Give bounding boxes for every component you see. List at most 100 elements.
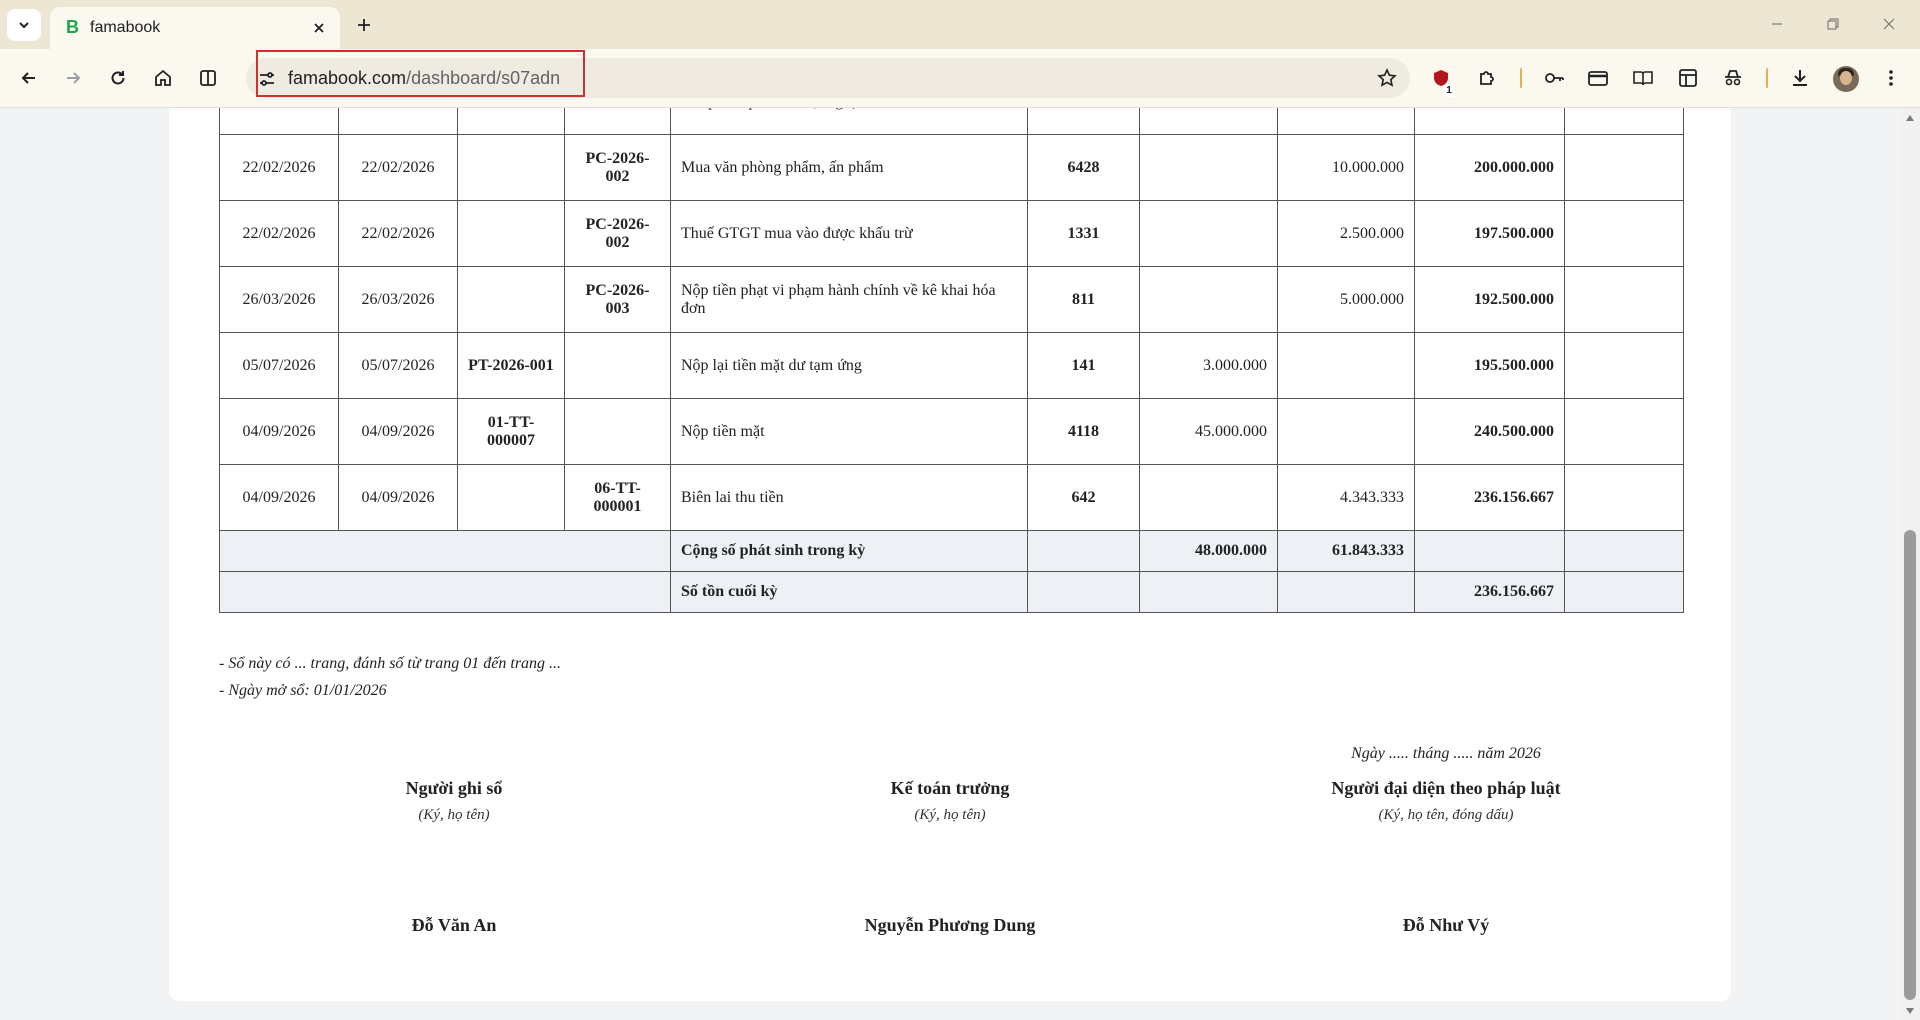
new-tab-button[interactable] (350, 11, 378, 39)
total-balance-cell (1414, 530, 1565, 572)
credit-cell: 10.000.000 (1277, 134, 1415, 201)
account-cell: 1331 (1027, 200, 1140, 267)
balance-cell: 210.000.000 (1414, 108, 1565, 135)
forward-button[interactable] (56, 61, 90, 95)
browser-menu-button[interactable] (1874, 61, 1908, 95)
account-cell: 141 (1027, 332, 1140, 399)
balance-cell: 197.500.000 (1414, 200, 1565, 267)
chief-accountant-subtitle: (Ký, họ tên) (914, 807, 986, 823)
restore-icon (1827, 18, 1839, 30)
reload-icon (111, 71, 125, 85)
receipt-no-cell (457, 266, 565, 333)
note-cell (1564, 464, 1684, 531)
payment-no-cell: PC-2026-002 (564, 134, 671, 201)
voucher-date-cell: 22/02/2026 (338, 134, 458, 201)
close-tab-button[interactable] (308, 17, 330, 39)
debit-cell: 45.000.000 (1139, 398, 1278, 465)
ending-balance-row: Số tồn cuối kỳ 236.156.667 (219, 571, 1684, 613)
triangle-down-icon (1906, 1008, 1914, 1014)
total-row: Cộng số phát sinh trong kỳ 48.000.000 61… (219, 530, 1684, 572)
tab-search-button[interactable] (7, 9, 41, 41)
minimize-button[interactable] (1755, 10, 1799, 38)
description-cell: Nộp lại tiền mặt dư tạm ứng (670, 332, 1028, 399)
account-cell: 4118 (1027, 398, 1140, 465)
balance-cell: 236.156.667 (1414, 464, 1565, 531)
voucher-date-cell: 26/03/2026 (338, 266, 458, 333)
ending-credit-cell (1277, 571, 1415, 613)
close-window-button[interactable] (1867, 10, 1911, 38)
close-icon (314, 23, 324, 33)
reload-button[interactable] (101, 61, 135, 95)
profile-avatar[interactable] (1833, 66, 1859, 92)
extensions-button[interactable] (1470, 61, 1504, 95)
tab-famabook[interactable]: B famabook (50, 7, 340, 49)
recorder-subtitle: (Ký, họ tên) (418, 807, 490, 823)
posting-date-cell: 26/03/2026 (219, 266, 339, 333)
credit-cell (1277, 398, 1415, 465)
restore-button[interactable] (1811, 10, 1855, 38)
note-cell (1564, 134, 1684, 201)
credit-cell: 4.343.333 (1277, 464, 1415, 531)
page-viewport: 22/02/2026 22/02/2026 002 Chi phí tiếp k… (0, 108, 1900, 1020)
posting-date-cell: 22/02/2026 (219, 200, 339, 267)
balance-cell: 192.500.000 (1414, 266, 1565, 333)
ending-debit-cell (1139, 571, 1278, 613)
ending-balance-cell: 236.156.667 (1414, 571, 1565, 613)
note-cell (1564, 266, 1684, 333)
download-icon (1793, 70, 1807, 86)
more-vert-icon (1889, 70, 1893, 86)
posting-date-cell: 22/02/2026 (219, 108, 339, 135)
scroll-down-button[interactable] (1904, 1005, 1916, 1017)
receipt-no-cell: 01-TT-000007 (457, 398, 565, 465)
split-view-icon (200, 70, 216, 86)
open-date-note: - Ngày mở sổ: 01/01/2026 (219, 682, 387, 699)
table-row: 26/03/2026 26/03/2026 PC-2026-003 Nộp ti… (219, 266, 1684, 333)
home-button[interactable] (146, 61, 180, 95)
table-row: 22/02/2026 22/02/2026 002 Chi phí tiếp k… (219, 108, 1684, 135)
debit-cell: 3.000.000 (1139, 332, 1278, 399)
ending-account-cell (1027, 571, 1140, 613)
payment-no-cell (564, 332, 671, 399)
voucher-date-cell: 04/09/2026 (338, 464, 458, 531)
tab-title: famabook (90, 19, 161, 36)
legal-rep-name: Đỗ Như Vý (1402, 915, 1490, 935)
total-note-cell (1564, 530, 1684, 572)
scrollbar-thumb[interactable] (1904, 530, 1916, 1000)
debit-cell (1139, 464, 1278, 531)
layout-button[interactable] (1671, 61, 1705, 95)
balance-cell: 240.500.000 (1414, 398, 1565, 465)
downloads-button[interactable] (1783, 61, 1817, 95)
bookmark-button[interactable] (1376, 67, 1398, 89)
payment-no-cell: PC-2026-002 (564, 200, 671, 267)
receipt-no-cell: PT-2026-001 (457, 332, 565, 399)
posting-date-cell: 22/02/2026 (219, 134, 339, 201)
payment-methods-button[interactable] (1581, 61, 1615, 95)
split-view-button[interactable] (191, 61, 225, 95)
description-cell: Nộp tiền phạt vi phạm hành chính về kê k… (670, 266, 1028, 333)
tab-strip: B famabook (0, 0, 1920, 49)
total-debit-cell: 48.000.000 (1139, 530, 1278, 572)
voucher-date-cell: 22/02/2026 (338, 200, 458, 267)
layout-icon (1679, 69, 1697, 87)
receipt-no-cell (457, 464, 565, 531)
note-cell (1564, 108, 1684, 135)
credit-cell (1277, 332, 1415, 399)
debit-cell (1139, 266, 1278, 333)
url-highlight-box (256, 50, 585, 97)
receipt-no-cell (457, 134, 565, 201)
close-icon (1883, 18, 1895, 30)
credit-card-icon (1588, 71, 1608, 86)
account-cell: 811 (1027, 266, 1140, 333)
credit-cell: 5.000.000 (1277, 266, 1415, 333)
incognito-button[interactable] (1716, 61, 1750, 95)
ending-note-cell (1564, 571, 1684, 613)
reading-mode-button[interactable] (1626, 61, 1660, 95)
passwords-button[interactable] (1537, 61, 1571, 95)
plus-icon (358, 19, 370, 31)
ending-label-cell: Số tồn cuối kỳ (670, 571, 1028, 613)
back-button[interactable] (12, 61, 46, 95)
note-cell (1564, 332, 1684, 399)
scroll-up-button[interactable] (1904, 112, 1916, 124)
total-label-cell: Cộng số phát sinh trong kỳ (670, 530, 1028, 572)
payment-no-cell: PC-2026-003 (564, 266, 671, 333)
